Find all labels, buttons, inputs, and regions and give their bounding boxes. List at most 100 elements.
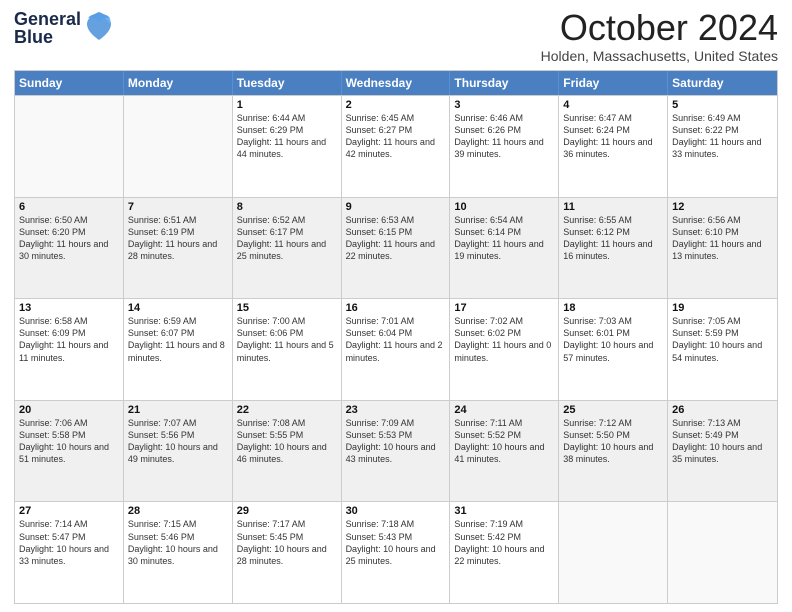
day-number: 30 (346, 505, 446, 517)
calendar-row-3: 13Sunrise: 6:58 AM Sunset: 6:09 PM Dayli… (15, 298, 777, 400)
calendar-cell: 1Sunrise: 6:44 AM Sunset: 6:29 PM Daylig… (233, 96, 342, 197)
day-number: 26 (672, 404, 773, 416)
day-number: 28 (128, 505, 228, 517)
day-number: 8 (237, 201, 337, 213)
calendar-cell: 11Sunrise: 6:55 AM Sunset: 6:12 PM Dayli… (559, 198, 668, 299)
day-info: Sunrise: 7:02 AM Sunset: 6:02 PM Dayligh… (454, 315, 554, 364)
calendar-cell: 4Sunrise: 6:47 AM Sunset: 6:24 PM Daylig… (559, 96, 668, 197)
calendar-cell: 27Sunrise: 7:14 AM Sunset: 5:47 PM Dayli… (15, 502, 124, 603)
day-number: 9 (346, 201, 446, 213)
header: General Blue October 2024 Holden, Massac… (14, 10, 778, 64)
day-info: Sunrise: 7:03 AM Sunset: 6:01 PM Dayligh… (563, 315, 663, 364)
day-info: Sunrise: 7:14 AM Sunset: 5:47 PM Dayligh… (19, 518, 119, 567)
day-info: Sunrise: 7:12 AM Sunset: 5:50 PM Dayligh… (563, 417, 663, 466)
calendar-cell: 29Sunrise: 7:17 AM Sunset: 5:45 PM Dayli… (233, 502, 342, 603)
day-info: Sunrise: 6:44 AM Sunset: 6:29 PM Dayligh… (237, 112, 337, 161)
day-info: Sunrise: 7:13 AM Sunset: 5:49 PM Dayligh… (672, 417, 773, 466)
day-info: Sunrise: 6:58 AM Sunset: 6:09 PM Dayligh… (19, 315, 119, 364)
day-info: Sunrise: 7:07 AM Sunset: 5:56 PM Dayligh… (128, 417, 228, 466)
day-info: Sunrise: 7:01 AM Sunset: 6:04 PM Dayligh… (346, 315, 446, 364)
calendar-cell: 5Sunrise: 6:49 AM Sunset: 6:22 PM Daylig… (668, 96, 777, 197)
day-number: 31 (454, 505, 554, 517)
day-number: 5 (672, 99, 773, 111)
calendar-cell: 14Sunrise: 6:59 AM Sunset: 6:07 PM Dayli… (124, 299, 233, 400)
day-info: Sunrise: 7:15 AM Sunset: 5:46 PM Dayligh… (128, 518, 228, 567)
day-number: 4 (563, 99, 663, 111)
day-info: Sunrise: 6:51 AM Sunset: 6:19 PM Dayligh… (128, 214, 228, 263)
day-info: Sunrise: 6:59 AM Sunset: 6:07 PM Dayligh… (128, 315, 228, 364)
day-number: 29 (237, 505, 337, 517)
calendar-cell (559, 502, 668, 603)
month-title: October 2024 (541, 10, 778, 46)
day-number: 25 (563, 404, 663, 416)
day-info: Sunrise: 7:05 AM Sunset: 5:59 PM Dayligh… (672, 315, 773, 364)
logo-blue: Blue (14, 28, 81, 46)
day-info: Sunrise: 7:19 AM Sunset: 5:42 PM Dayligh… (454, 518, 554, 567)
logo-bird-icon (85, 10, 113, 42)
calendar-body: 1Sunrise: 6:44 AM Sunset: 6:29 PM Daylig… (15, 95, 777, 603)
calendar-cell: 23Sunrise: 7:09 AM Sunset: 5:53 PM Dayli… (342, 401, 451, 502)
calendar-cell: 22Sunrise: 7:08 AM Sunset: 5:55 PM Dayli… (233, 401, 342, 502)
location-title: Holden, Massachusetts, United States (541, 48, 778, 64)
day-info: Sunrise: 7:08 AM Sunset: 5:55 PM Dayligh… (237, 417, 337, 466)
calendar-cell (124, 96, 233, 197)
calendar-cell: 18Sunrise: 7:03 AM Sunset: 6:01 PM Dayli… (559, 299, 668, 400)
day-info: Sunrise: 7:17 AM Sunset: 5:45 PM Dayligh… (237, 518, 337, 567)
calendar-cell: 7Sunrise: 6:51 AM Sunset: 6:19 PM Daylig… (124, 198, 233, 299)
day-info: Sunrise: 6:47 AM Sunset: 6:24 PM Dayligh… (563, 112, 663, 161)
calendar-cell: 19Sunrise: 7:05 AM Sunset: 5:59 PM Dayli… (668, 299, 777, 400)
calendar-cell: 15Sunrise: 7:00 AM Sunset: 6:06 PM Dayli… (233, 299, 342, 400)
header-day-sunday: Sunday (15, 71, 124, 95)
calendar-cell: 20Sunrise: 7:06 AM Sunset: 5:58 PM Dayli… (15, 401, 124, 502)
calendar: SundayMondayTuesdayWednesdayThursdayFrid… (14, 70, 778, 604)
calendar-cell: 21Sunrise: 7:07 AM Sunset: 5:56 PM Dayli… (124, 401, 233, 502)
day-number: 1 (237, 99, 337, 111)
day-number: 3 (454, 99, 554, 111)
day-number: 13 (19, 302, 119, 314)
day-number: 24 (454, 404, 554, 416)
header-day-thursday: Thursday (450, 71, 559, 95)
calendar-cell: 9Sunrise: 6:53 AM Sunset: 6:15 PM Daylig… (342, 198, 451, 299)
day-info: Sunrise: 6:53 AM Sunset: 6:15 PM Dayligh… (346, 214, 446, 263)
calendar-cell: 25Sunrise: 7:12 AM Sunset: 5:50 PM Dayli… (559, 401, 668, 502)
calendar-cell: 31Sunrise: 7:19 AM Sunset: 5:42 PM Dayli… (450, 502, 559, 603)
day-number: 17 (454, 302, 554, 314)
calendar-cell (15, 96, 124, 197)
calendar-cell (668, 502, 777, 603)
calendar-cell: 28Sunrise: 7:15 AM Sunset: 5:46 PM Dayli… (124, 502, 233, 603)
day-number: 12 (672, 201, 773, 213)
calendar-cell: 2Sunrise: 6:45 AM Sunset: 6:27 PM Daylig… (342, 96, 451, 197)
calendar-cell: 6Sunrise: 6:50 AM Sunset: 6:20 PM Daylig… (15, 198, 124, 299)
calendar-cell: 3Sunrise: 6:46 AM Sunset: 6:26 PM Daylig… (450, 96, 559, 197)
day-number: 18 (563, 302, 663, 314)
calendar-cell: 16Sunrise: 7:01 AM Sunset: 6:04 PM Dayli… (342, 299, 451, 400)
calendar-cell: 10Sunrise: 6:54 AM Sunset: 6:14 PM Dayli… (450, 198, 559, 299)
day-number: 7 (128, 201, 228, 213)
day-number: 15 (237, 302, 337, 314)
logo: General Blue (14, 10, 113, 46)
header-day-wednesday: Wednesday (342, 71, 451, 95)
calendar-cell: 13Sunrise: 6:58 AM Sunset: 6:09 PM Dayli… (15, 299, 124, 400)
title-block: October 2024 Holden, Massachusetts, Unit… (541, 10, 778, 64)
calendar-cell: 8Sunrise: 6:52 AM Sunset: 6:17 PM Daylig… (233, 198, 342, 299)
day-info: Sunrise: 6:54 AM Sunset: 6:14 PM Dayligh… (454, 214, 554, 263)
day-number: 23 (346, 404, 446, 416)
day-number: 10 (454, 201, 554, 213)
calendar-cell: 26Sunrise: 7:13 AM Sunset: 5:49 PM Dayli… (668, 401, 777, 502)
day-info: Sunrise: 6:46 AM Sunset: 6:26 PM Dayligh… (454, 112, 554, 161)
calendar-row-1: 1Sunrise: 6:44 AM Sunset: 6:29 PM Daylig… (15, 95, 777, 197)
logo-general: General (14, 10, 81, 28)
calendar-cell: 24Sunrise: 7:11 AM Sunset: 5:52 PM Dayli… (450, 401, 559, 502)
day-number: 22 (237, 404, 337, 416)
header-day-friday: Friday (559, 71, 668, 95)
header-day-tuesday: Tuesday (233, 71, 342, 95)
day-info: Sunrise: 6:55 AM Sunset: 6:12 PM Dayligh… (563, 214, 663, 263)
calendar-row-5: 27Sunrise: 7:14 AM Sunset: 5:47 PM Dayli… (15, 501, 777, 603)
day-info: Sunrise: 6:52 AM Sunset: 6:17 PM Dayligh… (237, 214, 337, 263)
day-info: Sunrise: 7:06 AM Sunset: 5:58 PM Dayligh… (19, 417, 119, 466)
calendar-cell: 17Sunrise: 7:02 AM Sunset: 6:02 PM Dayli… (450, 299, 559, 400)
day-info: Sunrise: 7:18 AM Sunset: 5:43 PM Dayligh… (346, 518, 446, 567)
day-number: 6 (19, 201, 119, 213)
day-info: Sunrise: 6:50 AM Sunset: 6:20 PM Dayligh… (19, 214, 119, 263)
day-number: 19 (672, 302, 773, 314)
